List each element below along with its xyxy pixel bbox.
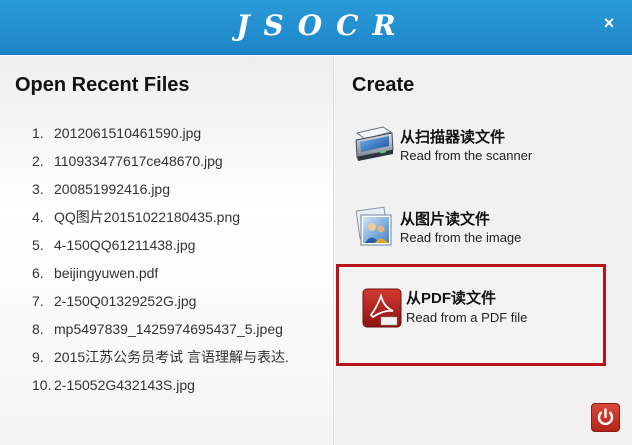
recent-file-name: 200851992416.jpg xyxy=(54,181,171,197)
recent-file-item[interactable]: 1. 2012061510461590.jpg xyxy=(32,122,289,150)
recent-file-number: 6. xyxy=(32,265,44,281)
create-title: Create xyxy=(352,74,415,96)
image-label-cn: 从图片读文件 xyxy=(400,211,491,228)
recent-file-number: 4. xyxy=(32,209,44,225)
recent-file-number: 2. xyxy=(32,153,44,169)
recent-file-item[interactable]: 7. 2-150Q01329252G.jpg xyxy=(32,290,289,318)
recent-file-name: 4-150QQ61211438.jpg xyxy=(54,237,196,253)
create-panel: Create 从扫描器读文件 Read from the scanner 从图片… xyxy=(335,56,632,445)
image-label-en: Read from the image xyxy=(400,230,522,245)
app-title: JSOCR xyxy=(236,9,410,42)
recent-file-name: 2-15052G432143S.jpg xyxy=(54,377,195,393)
recent-file-number: 9. xyxy=(32,349,44,365)
recent-file-item[interactable]: 5. 4-150QQ61211438.jpg xyxy=(32,234,289,262)
recent-file-number: 7. xyxy=(32,293,44,309)
scanner-label-en: Read from the scanner xyxy=(400,148,533,163)
recent-file-item[interactable]: 4. QQ图片20151022180435.png xyxy=(32,206,289,234)
recent-file-item[interactable]: 8. mp5497839_1425974695437_5.jpeg xyxy=(32,318,289,346)
recent-file-item[interactable]: 2. 110933477617ce48670.jpg xyxy=(32,150,289,178)
recent-file-name: 2-150Q01329252G.jpg xyxy=(54,293,197,309)
recent-file-name: mp5497839_1425974695437_5.jpeg xyxy=(54,321,283,337)
recent-file-item[interactable]: 6. beijingyuwen.pdf xyxy=(32,262,289,290)
recent-file-number: 1. xyxy=(32,125,44,141)
recent-file-name: 2012061510461590.jpg xyxy=(54,125,202,141)
recent-file-number: 8. xyxy=(32,321,44,337)
title-bar: JSOCR × xyxy=(0,0,632,55)
pdf-label-en: Read from a PDF file xyxy=(406,310,528,325)
recent-files-title: Open Recent Files xyxy=(15,74,190,96)
recent-file-number: 10. xyxy=(32,377,52,393)
power-icon xyxy=(597,408,614,426)
recent-files-list: 1. 2012061510461590.jpg 2. 110933477617ce4… xyxy=(32,122,289,402)
scanner-label-cn: 从扫描器读文件 xyxy=(400,129,506,146)
close-button[interactable]: × xyxy=(600,12,618,34)
recent-files-panel: Open Recent Files 1. 2012061510461590.jpg… xyxy=(0,56,334,445)
recent-file-name: beijingyuwen.pdf xyxy=(54,265,159,281)
recent-file-item[interactable]: 9. 2015江苏公务员考试 言语理解与表达. xyxy=(32,346,289,374)
read-from-image-button[interactable]: 从图片读文件 Read from the image xyxy=(353,202,613,254)
scanner-icon xyxy=(355,126,394,161)
pdf-icon xyxy=(362,288,402,328)
recent-file-name: 110933477617ce48670.jpg xyxy=(54,153,223,169)
pdf-label-cn: 从PDF读文件 xyxy=(406,290,497,307)
recent-file-number: 5. xyxy=(32,237,44,253)
recent-file-item[interactable]: 3. 200851992416.jpg xyxy=(32,178,289,206)
recent-file-number: 3. xyxy=(32,181,44,197)
read-from-pdf-button[interactable]: 从PDF读文件 Read from a PDF file xyxy=(336,264,606,366)
recent-file-name: QQ图片20151022180435.png xyxy=(54,209,241,225)
read-from-scanner-button[interactable]: 从扫描器读文件 Read from the scanner xyxy=(353,120,613,172)
power-button[interactable] xyxy=(591,403,620,432)
picture-icon xyxy=(355,206,392,246)
recent-file-item[interactable]: 10. 2-15052G432143S.jpg xyxy=(32,374,289,402)
recent-file-name: 2015江苏公务员考试 言语理解与表达. xyxy=(54,349,289,365)
